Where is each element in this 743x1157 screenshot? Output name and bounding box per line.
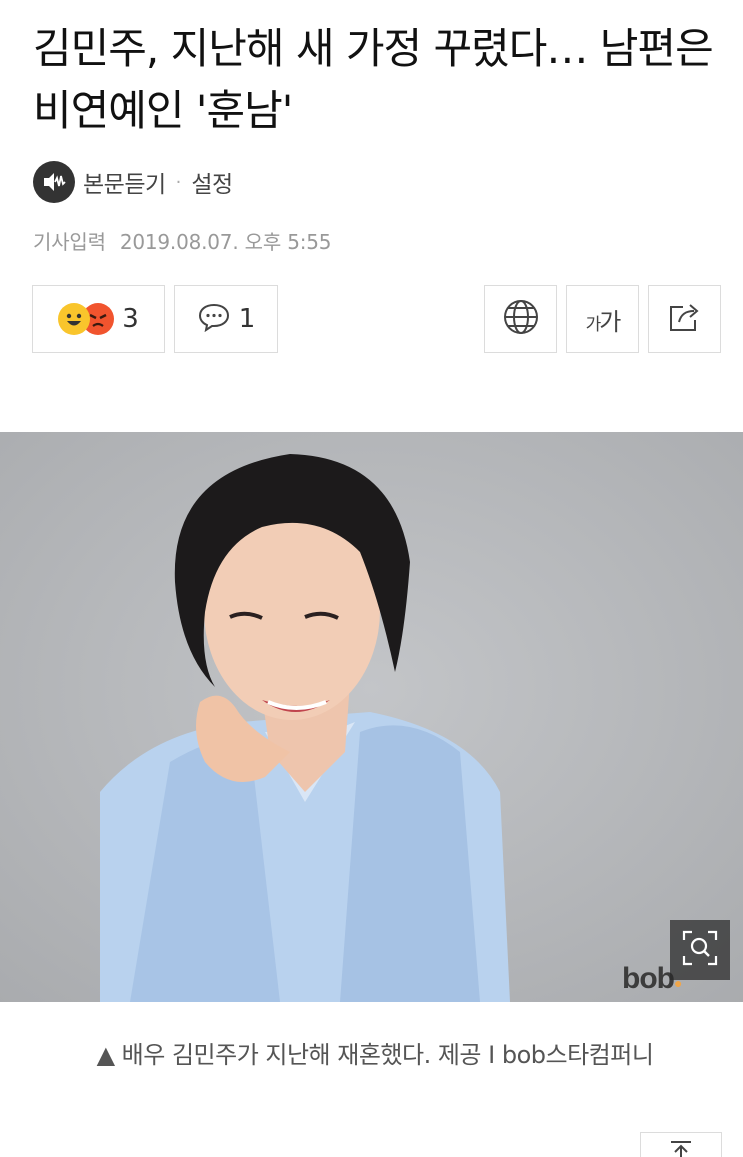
reaction-count: 3 xyxy=(122,304,139,334)
font-size-button[interactable]: 가가 xyxy=(566,285,639,353)
font-size-label: 가가 xyxy=(585,307,622,336)
listen-button[interactable]: 본문듣기 xyxy=(83,165,166,199)
byline: 기사입력 2019.08.07. 오후 5:55 xyxy=(33,226,332,255)
article-page: 김민주, 지난해 새 가정 꾸렸다… 남편은 비연예인 '훈남' 본문듣기 · … xyxy=(0,0,743,1157)
scroll-top-button[interactable] xyxy=(640,1132,722,1157)
zoom-icon xyxy=(680,928,720,972)
globe-icon xyxy=(502,298,540,340)
published-date: 2019.08.07. 오후 5:55 xyxy=(119,230,332,254)
byline-label: 기사입력 xyxy=(33,230,106,254)
speech-bubble-icon xyxy=(197,302,231,336)
photo-caption: ▲ 배우 김민주가 지난해 재혼했다. 제공 I bob스타컴퍼니 xyxy=(96,1041,654,1069)
zoom-button[interactable] xyxy=(670,920,730,980)
translate-button[interactable] xyxy=(484,285,557,353)
speaker-wave-icon[interactable] xyxy=(33,161,75,203)
share-button[interactable] xyxy=(648,285,721,353)
settings-link[interactable]: 설정 xyxy=(191,165,233,199)
reaction-button[interactable]: 3 xyxy=(32,285,165,353)
comment-count: 1 xyxy=(238,304,256,334)
article-photo[interactable] xyxy=(0,432,743,1002)
separator: · xyxy=(175,171,182,193)
happy-face-icon xyxy=(58,303,91,335)
arrow-up-icon xyxy=(666,1139,696,1157)
share-icon xyxy=(667,300,703,338)
comment-button[interactable]: 1 xyxy=(174,285,278,353)
article-title: 김민주, 지난해 새 가정 꾸렸다… 남편은 비연예인 '훈남' xyxy=(33,24,714,135)
listen-row: 본문듣기 · 설정 xyxy=(33,160,233,204)
